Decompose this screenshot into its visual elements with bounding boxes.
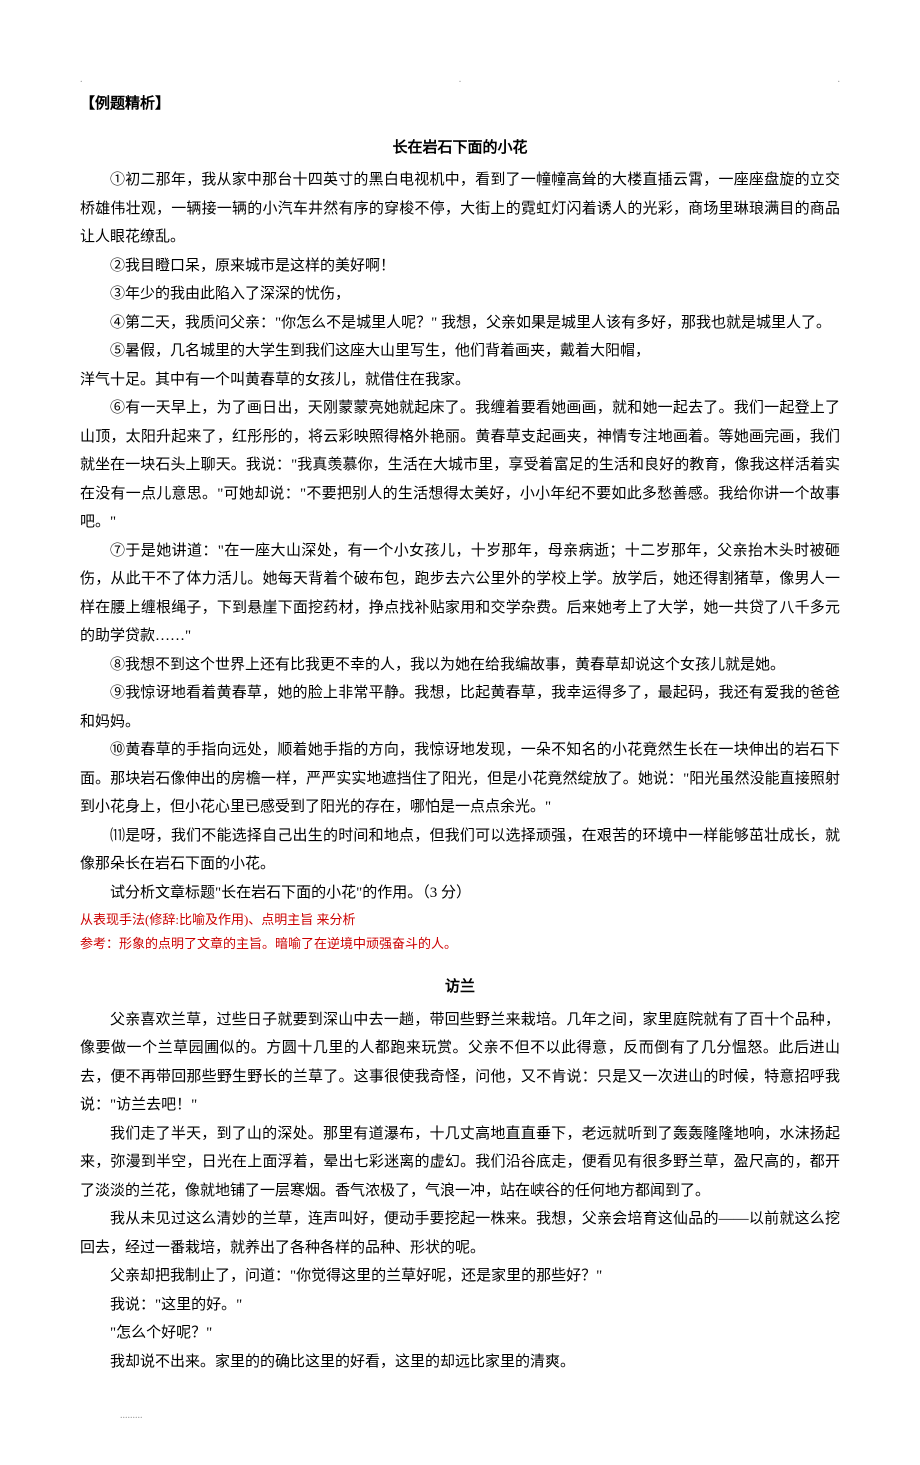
section-title: 【例题精析】 <box>80 90 840 119</box>
article-2-para: "怎么个好呢？" <box>80 1319 840 1348</box>
article-1-para: ⑧我想不到这个世界上还有比我更不幸的人，我以为她在给我编故事，黄春草却说这个女孩… <box>80 651 840 680</box>
article-1-question: 试分析文章标题"长在岩石下面的小花"的作用。（3 分） <box>80 879 840 908</box>
article-1-para: ⑦于是她讲道："在一座大山深处，有一个小女孩儿，十岁那年，母亲病逝；十二岁那年，… <box>80 537 840 651</box>
article-2-para: 我说："这里的好。" <box>80 1291 840 1320</box>
article-1-para-cont: 洋气十足。其中有一个叫黄春草的女孩儿，就借住在我家。 <box>80 366 840 395</box>
article-2-para: 我们走了半天，到了山的深处。那里有道瀑布，十几丈高地直直垂下，老远就听到了轰轰隆… <box>80 1120 840 1206</box>
article-1-title: 长在岩石下面的小花 <box>80 134 840 163</box>
article-1-para: ②我目瞪口呆，原来城市是这样的美好啊！ <box>80 252 840 281</box>
header-dot: . <box>459 70 462 89</box>
answer-hint-method: 从表现手法(修辞:比喻及作用)、点明主旨 来分析 <box>80 909 840 931</box>
footer-dots: ......... <box>80 1406 840 1425</box>
article-1-para: ⑤暑假，几名城里的大学生到我们这座大山里写生，他们背着画夹，戴着大阳帽， <box>80 337 840 366</box>
article-2-para: 我却说不出来。家里的的确比这里的好看，这里的却远比家里的清爽。 <box>80 1348 840 1377</box>
article-2-title: 访兰 <box>80 973 840 1002</box>
article-1-para: ③年少的我由此陷入了深深的忧伤， <box>80 280 840 309</box>
article-1-para: ⑩黄春草的手指向远处，顺着她手指的方向，我惊讶地发现，一朵不知名的小花竟然生长在… <box>80 736 840 822</box>
header-dot: . <box>80 70 83 89</box>
article-2-para: 父亲却把我制止了，问道："你觉得这里的兰草好呢，还是家里的那些好？" <box>80 1262 840 1291</box>
article-1-para: ⑾是呀，我们不能选择自己出生的时间和地点，但我们可以选择顽强，在艰苦的环境中一样… <box>80 822 840 879</box>
article-1-para: ⑥有一天早上，为了画日出，天刚蒙蒙亮她就起床了。我缠着要看她画画，就和她一起去了… <box>80 394 840 537</box>
article-2-para: 我从未见过这么清妙的兰草，连声叫好，便动手要挖起一株来。我想，父亲会培育这仙品的… <box>80 1205 840 1262</box>
header-dot: . <box>838 70 841 89</box>
header-dots-row: . . . <box>80 70 840 89</box>
article-1-para: ①初二那年，我从家中那台十四英寸的黑白电视机中，看到了一幢幢高耸的大楼直插云霄，… <box>80 166 840 252</box>
article-1-para: ⑨我惊讶地看着黄春草，她的脸上非常平静。我想，比起黄春草，我幸运得多了，最起码，… <box>80 679 840 736</box>
article-2-para: 父亲喜欢兰草，过些日子就要到深山中去一趟，带回些野兰来栽培。几年之间，家里庭院就… <box>80 1006 840 1120</box>
document-page: . . . 【例题精析】 长在岩石下面的小花 ①初二那年，我从家中那台十四英寸的… <box>0 0 920 1465</box>
article-1-para: ④第二天，我质问父亲："你怎么不是城里人呢？" 我想，父亲如果是城里人该有多好，… <box>80 309 840 338</box>
answer-hint-reference: 参考：形象的点明了文章的主旨。暗喻了在逆境中顽强奋斗的人。 <box>80 933 840 955</box>
